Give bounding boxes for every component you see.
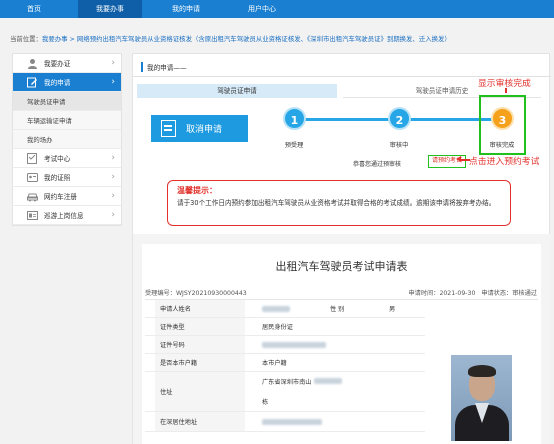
tab-driver-application[interactable]: 驾驶员证申请 xyxy=(137,84,337,98)
table-row: 证件号码 xyxy=(145,336,425,354)
sidebar-item-exam-center[interactable]: 考试中心 › xyxy=(13,149,121,168)
table-row: 住址 广东省深圳市南山 栋 xyxy=(145,372,425,412)
tip-title: 温馨提示： xyxy=(177,186,217,195)
step-1-label: 预受理 xyxy=(284,142,304,149)
sidebar-item-label: 巡游上岗信息 xyxy=(44,212,84,220)
tip-text: 请于30个工作日内预约参加出租汽车驾驶员从业资格考试并取得合格的考试成绩。逾期该… xyxy=(177,199,496,207)
edit-icon xyxy=(27,77,38,88)
step-3-circle: 3 xyxy=(491,107,514,130)
document-icon xyxy=(161,120,176,137)
annotation-arrow xyxy=(505,88,507,93)
form-title: 出租汽车驾驶员考试申请表 xyxy=(275,260,408,273)
sidebar-item-label: 网约车注册 xyxy=(44,193,77,201)
nav-services[interactable]: 我要办事 xyxy=(78,0,142,18)
field-value: 广东省深圳市南山 栋 xyxy=(262,372,342,411)
redacted-text xyxy=(262,305,290,312)
sidebar-sub-my-venue[interactable]: 我的场办 xyxy=(13,130,121,149)
field-value: 男 xyxy=(389,306,396,313)
form-meta: 申请时间：2021-09-30 申请状态：审核通过 xyxy=(409,288,538,297)
chevron-right-icon: › xyxy=(111,172,115,182)
sidebar-item-label: 我要办证 xyxy=(44,60,71,68)
cancel-application-button[interactable]: 取消申请 xyxy=(151,115,248,142)
form-id-value: WJSY20210930000443 xyxy=(175,290,247,297)
breadcrumb-path[interactable]: 我要办事 > 网络预约出租汽车驾驶员从业资格证核发（含原出租汽车驾驶员从业资格证… xyxy=(42,35,451,43)
address-line-1: 广东省深圳市南山 xyxy=(262,377,342,386)
annotation-click-reserve: 点击进入预约考试 xyxy=(469,157,540,167)
step-2-circle: 2 xyxy=(388,107,411,130)
field-value: 居民身份证 xyxy=(262,324,293,331)
form-id: 受理编号：WJSY20210930000443 xyxy=(145,288,247,297)
field-label: 证件类型 xyxy=(155,318,245,335)
checklist-icon xyxy=(27,152,38,164)
table-row: 申请人姓名 性 别 男 xyxy=(145,300,425,318)
table-row: 在深居住地址 xyxy=(145,412,425,432)
field-value xyxy=(262,300,290,317)
step-3-label: 审核完成 xyxy=(489,142,515,149)
tip-box: 温馨提示： 请于30个工作日内预约参加出租汽车驾驶员从业资格考试并取得合格的考试… xyxy=(167,180,511,226)
top-nav: 首页 我要办事 我的申请 用户中心 xyxy=(0,0,554,18)
cancel-application-label: 取消申请 xyxy=(186,125,223,135)
field-label: 在深居住地址 xyxy=(155,412,245,431)
nav-my-applications[interactable]: 我的申请 xyxy=(154,0,218,18)
redacted-text xyxy=(262,341,326,348)
sidebar-item-apply-license[interactable]: 我要办证 › xyxy=(13,54,121,73)
congrats-text: 恭喜您通过预审核 xyxy=(353,161,402,168)
sidebar-item-label: 我的申请 xyxy=(44,79,71,87)
field-label: 申请人姓名 xyxy=(155,300,245,317)
step-2-label: 审核中 xyxy=(389,142,409,149)
table-row: 证件类型 居民身份证 xyxy=(145,318,425,336)
redacted-text xyxy=(262,418,322,425)
chevron-right-icon: › xyxy=(111,77,115,87)
field-value xyxy=(262,336,326,353)
breadcrumb: 当前位置：我要办事 > 网络预约出租汽车驾驶员从业资格证核发（含原出租汽车驾驶员… xyxy=(10,34,451,43)
table-row: 是否本市户籍 本市户籍 xyxy=(145,354,425,372)
field-label: 住址 xyxy=(155,372,245,411)
sidebar-item-label: 考试中心 xyxy=(44,155,71,163)
sidebar-sub-vehicle-transport[interactable]: 车辆运输证申请 xyxy=(13,111,121,130)
chevron-right-icon: › xyxy=(111,210,115,220)
application-form: 出租汽车驾驶员考试申请表 受理编号：WJSY20210930000443 申请时… xyxy=(142,244,541,444)
nav-user-center[interactable]: 用户中心 xyxy=(230,0,294,18)
form-status-value: 审核通过 xyxy=(512,290,537,297)
field-label: 证件号码 xyxy=(155,336,245,353)
field-label: 性 别 xyxy=(330,306,345,313)
user-icon xyxy=(27,58,38,69)
page-title: 我的申请—— xyxy=(141,62,187,72)
redacted-text xyxy=(313,378,342,384)
sidebar-item-ride-hailing-registration[interactable]: 网约车注册 › xyxy=(13,187,121,206)
sidebar-sub-driver-license[interactable]: 驾驶员证申请 xyxy=(13,92,121,111)
arrow-left-icon xyxy=(456,156,470,162)
car-icon xyxy=(27,191,38,202)
breadcrumb-prefix: 当前位置： xyxy=(10,35,42,43)
card-icon xyxy=(27,172,38,183)
sidebar-item-my-certificates[interactable]: 我的证照 › xyxy=(13,168,121,187)
sidebar-item-label: 我的证照 xyxy=(44,174,71,182)
applicant-photo xyxy=(451,355,512,441)
form-time-value: 2021-09-30 xyxy=(439,290,476,297)
form-id-label: 受理编号： xyxy=(145,290,176,297)
form-status-label: 申请状态： xyxy=(481,290,513,297)
field-label: 是否本市户籍 xyxy=(155,354,245,371)
chevron-right-icon: › xyxy=(111,58,115,68)
chevron-right-icon: › xyxy=(111,191,115,201)
main-panel: 我的申请—— 驾驶员证申请 驾驶员证申请历史 取消申请 1 预受理 2 审核中 … xyxy=(132,53,551,444)
field-value xyxy=(262,412,322,431)
sidebar-item-my-applications[interactable]: 我的申请 › xyxy=(13,73,121,92)
id-card-icon xyxy=(27,210,38,221)
step-1-circle: 1 xyxy=(283,107,306,130)
form-time-label: 申请时间： xyxy=(408,290,440,297)
address-line-2: 栋 xyxy=(262,399,269,406)
field-value: 本市户籍 xyxy=(262,360,287,367)
sidebar: 我要办证 › 我的申请 › 驾驶员证申请 车辆运输证申请 我的场办 考试中心 ›… xyxy=(12,53,122,226)
chevron-right-icon: › xyxy=(111,153,115,163)
nav-home[interactable]: 首页 xyxy=(2,0,66,18)
sidebar-item-cruise-info[interactable]: 巡游上岗信息 › xyxy=(13,206,121,225)
